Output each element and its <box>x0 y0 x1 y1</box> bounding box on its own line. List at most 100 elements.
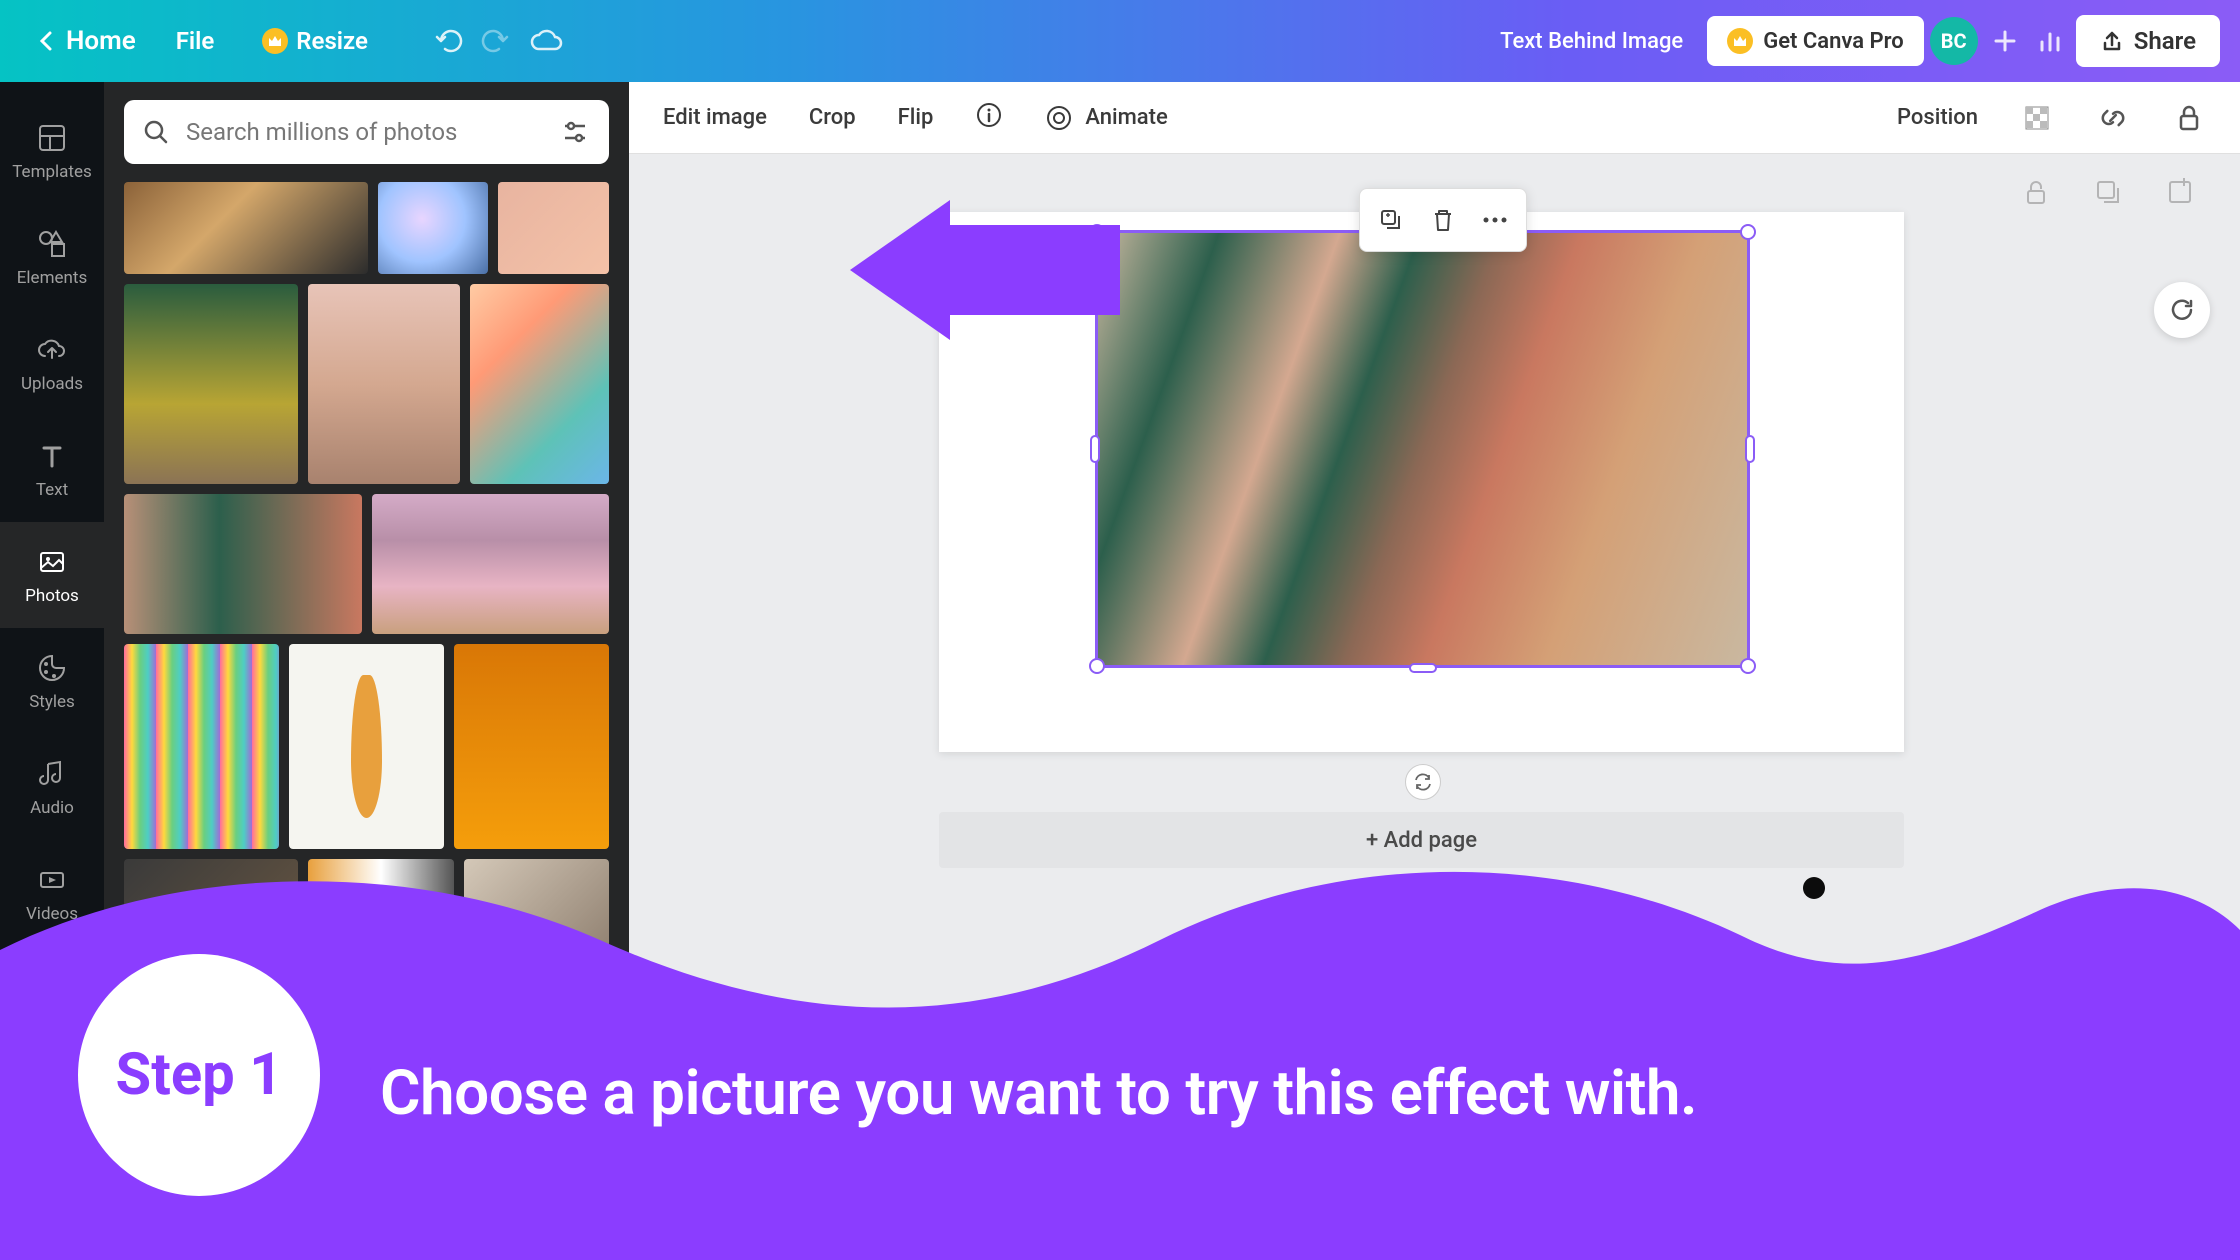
photo-thumb[interactable] <box>378 182 489 274</box>
photo-thumb[interactable] <box>124 284 298 484</box>
info-button[interactable] <box>971 95 1007 141</box>
photo-thumb[interactable] <box>470 284 610 484</box>
delete-button[interactable] <box>1420 197 1466 243</box>
page-lock-icon[interactable] <box>2020 176 2052 208</box>
photo-thumb[interactable] <box>289 644 444 849</box>
canvas-page[interactable] <box>939 212 1904 752</box>
refresh-icon <box>2167 295 2197 325</box>
uploads-icon <box>34 332 70 368</box>
undo-button[interactable] <box>422 16 472 66</box>
transparency-icon <box>2022 103 2052 133</box>
search-input[interactable] <box>186 118 543 146</box>
animate-icon <box>1045 104 1073 132</box>
redo-button[interactable] <box>472 16 522 66</box>
search-box <box>124 100 609 164</box>
pro-label: Get Canva Pro <box>1763 29 1904 54</box>
refresh-button[interactable] <box>2154 282 2210 338</box>
resize-handle[interactable] <box>1089 658 1105 674</box>
file-menu[interactable]: File <box>152 17 239 65</box>
styles-icon <box>34 650 70 686</box>
user-avatar[interactable]: BC <box>1930 17 1978 65</box>
resize-edge[interactable] <box>1745 435 1755 463</box>
top-bar: Home File Resize Text Behind Image Get C… <box>0 0 2240 82</box>
more-button[interactable] <box>1472 197 1518 243</box>
search-icon <box>142 118 170 146</box>
crown-icon <box>1727 28 1753 54</box>
lock-button[interactable] <box>2168 97 2210 139</box>
nav-elements[interactable]: Elements <box>0 204 104 310</box>
photo-thumb[interactable] <box>308 284 459 484</box>
photo-thumb[interactable] <box>498 182 609 274</box>
nav-label: Elements <box>17 268 87 288</box>
transparency-button[interactable] <box>2016 97 2058 139</box>
trash-icon <box>1430 206 1456 234</box>
link-icon <box>2098 103 2128 133</box>
scrollbar[interactable] <box>2218 236 2236 916</box>
nav-label: Uploads <box>21 374 83 394</box>
crop-button[interactable]: Crop <box>805 99 860 136</box>
resize-handle[interactable] <box>1740 224 1756 240</box>
chevron-left-icon <box>36 29 56 53</box>
photo-thumb[interactable] <box>124 644 279 849</box>
document-title[interactable]: Text Behind Image <box>1476 29 1707 54</box>
position-button[interactable]: Position <box>1893 99 1982 136</box>
duplicate-icon <box>1377 206 1405 234</box>
home-label: Home <box>66 26 136 56</box>
edit-image-button[interactable]: Edit image <box>659 99 771 136</box>
link-button[interactable] <box>2092 97 2134 139</box>
nav-label: Templates <box>12 162 92 182</box>
animate-label: Animate <box>1085 105 1167 130</box>
animate-button[interactable]: Animate <box>1041 98 1171 138</box>
nav-label: Photos <box>25 586 79 606</box>
nav-styles[interactable]: Styles <box>0 628 104 734</box>
flip-button[interactable]: Flip <box>894 99 938 136</box>
floating-toolbar <box>1359 188 1527 252</box>
nav-text[interactable]: Text <box>0 416 104 522</box>
photo-thumb[interactable] <box>372 494 610 634</box>
photo-thumb[interactable] <box>454 644 609 849</box>
nav-label: Text <box>36 480 68 500</box>
duplicate-page-icon[interactable] <box>2092 176 2124 208</box>
resize-handle[interactable] <box>1089 224 1105 240</box>
get-pro-button[interactable]: Get Canva Pro <box>1707 16 1924 66</box>
resize-edge[interactable] <box>1090 435 1100 463</box>
resize-edge[interactable] <box>1409 663 1437 673</box>
share-label: Share <box>2134 27 2196 55</box>
share-icon <box>2100 29 2124 53</box>
nav-label: Audio <box>30 798 74 818</box>
share-button[interactable]: Share <box>2076 15 2220 67</box>
analytics-button[interactable] <box>2026 16 2076 66</box>
cloud-status-icon[interactable] <box>522 16 572 66</box>
nav-label: Styles <box>29 692 75 712</box>
crown-icon <box>262 28 288 54</box>
photos-icon <box>34 544 70 580</box>
nav-audio[interactable]: Audio <box>0 734 104 840</box>
home-button[interactable]: Home <box>20 16 152 66</box>
page-tools <box>2020 176 2196 208</box>
sync-button[interactable] <box>1405 764 1441 800</box>
sync-icon <box>1412 771 1434 793</box>
nav-templates[interactable]: Templates <box>0 98 104 204</box>
selected-image[interactable] <box>1095 230 1750 668</box>
filter-icon[interactable] <box>559 116 591 148</box>
duplicate-button[interactable] <box>1368 197 1414 243</box>
resize-button[interactable]: Resize <box>238 17 392 65</box>
image-toolbar: Edit image Crop Flip Animate Position <box>629 82 2240 154</box>
more-icon <box>1481 215 1509 225</box>
nav-uploads[interactable]: Uploads <box>0 310 104 416</box>
wave-footer <box>0 830 2240 1260</box>
nav-photos[interactable]: Photos <box>0 522 104 628</box>
audio-icon <box>34 756 70 792</box>
resize-label: Resize <box>296 27 368 55</box>
add-member-button[interactable] <box>1984 16 2026 66</box>
info-icon <box>975 101 1003 129</box>
text-icon <box>34 438 70 474</box>
step-badge: Step 1 <box>78 954 320 1196</box>
resize-handle[interactable] <box>1740 658 1756 674</box>
photo-thumb[interactable] <box>124 494 362 634</box>
templates-icon <box>34 120 70 156</box>
lock-icon <box>2176 103 2202 133</box>
elements-icon <box>34 226 70 262</box>
add-page-icon[interactable] <box>2164 176 2196 208</box>
photo-thumb[interactable] <box>124 182 368 274</box>
